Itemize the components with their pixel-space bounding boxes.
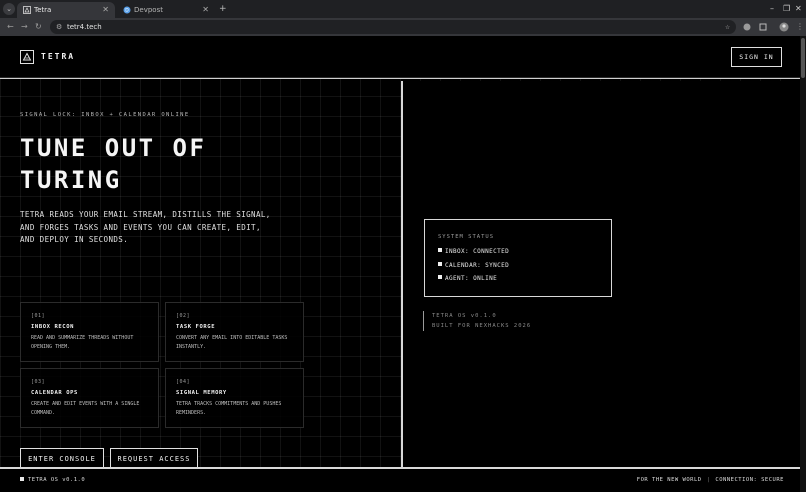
new-tab-icon[interactable]: + xyxy=(219,2,227,16)
status-title: SYSTEM STATUS xyxy=(438,234,495,240)
feature-card-calendar-ops: [03] CALENDAR OPS CREATE AND EDIT EVENTS… xyxy=(20,368,159,428)
status-square-icon xyxy=(438,275,442,279)
system-status-panel: SYSTEM STATUS INBOX: CONNECTED CALENDAR:… xyxy=(424,219,612,297)
status-item-label: AGENT: ONLINE xyxy=(445,275,498,282)
tab-title: Devpost xyxy=(134,6,163,14)
page: TETRA SIGN IN SIGNAL LOCK: INBOX + CALEN… xyxy=(0,36,806,492)
status-item-calendar: CALENDAR: SYNCED xyxy=(438,262,509,269)
tab-tetra[interactable]: Tetra ✕ xyxy=(17,2,115,18)
close-window-icon[interactable]: ✕ xyxy=(795,2,802,16)
feature-title: TASK FORGE xyxy=(176,324,216,330)
back-icon[interactable]: ← xyxy=(7,21,14,33)
os-built-for: BUILT FOR NEXHACKS 2026 xyxy=(432,323,532,329)
feature-title: SIGNAL MEMORY xyxy=(176,390,227,396)
feature-number: [03] xyxy=(31,379,46,385)
browser-toolbar: ← → ↻ ⚙ tetr4.tech ☆ ⋮ xyxy=(0,18,806,36)
tab-close-icon[interactable]: ✕ xyxy=(102,2,109,18)
footer-connection: CONNECTION: SECURE xyxy=(715,477,784,483)
status-square-icon xyxy=(438,262,442,266)
feature-description: CREATE AND EDIT EVENTS WITH A SINGLE COM… xyxy=(31,401,140,416)
address-bar[interactable]: ⚙ tetr4.tech ☆ xyxy=(50,20,736,34)
footer-version: TETRA OS v0.1.0 xyxy=(20,477,85,483)
hero-left-panel: SIGNAL LOCK: INBOX + CALENDAR ONLINE TUN… xyxy=(0,79,400,471)
page-scrollbar[interactable] xyxy=(800,36,806,492)
feature-description: READ AND SUMMARIZE THREADS WITHOUT OPENI… xyxy=(31,335,134,350)
feature-title: INBOX RECON xyxy=(31,324,75,330)
reload-icon[interactable]: ↻ xyxy=(35,21,42,33)
logo-text: TETRA xyxy=(41,52,76,61)
forward-icon[interactable]: → xyxy=(21,21,28,33)
tetra-logo-icon xyxy=(20,50,34,64)
feature-card-inbox-recon: [01] INBOX RECON READ AND SUMMARIZE THRE… xyxy=(20,302,159,362)
feature-description: TETRA TRACKS COMMITMENTS AND PUSHES REMI… xyxy=(176,401,282,416)
scrollbar-thumb[interactable] xyxy=(801,38,805,78)
devpost-favicon-icon: D xyxy=(123,6,131,14)
feature-number: [04] xyxy=(176,379,191,385)
feature-number: [01] xyxy=(31,313,46,319)
status-item-label: INBOX: CONNECTED xyxy=(445,248,510,255)
tetra-favicon-icon xyxy=(23,6,31,14)
browser-menu-icon[interactable]: ⋮ xyxy=(796,21,804,33)
status-item-inbox: INBOX: CONNECTED xyxy=(438,248,509,255)
site-info-icon[interactable]: ⚙ xyxy=(56,22,62,32)
status-item-agent: AGENT: ONLINE xyxy=(438,275,497,282)
feature-card-signal-memory: [04] SIGNAL MEMORY TETRA TRACKS COMMITME… xyxy=(165,368,304,428)
feature-title: CALENDAR OPS xyxy=(31,390,78,396)
footer-square-icon xyxy=(20,477,24,481)
url-text: tetr4.tech xyxy=(67,23,102,31)
kicker-text: SIGNAL LOCK: INBOX + CALENDAR ONLINE xyxy=(20,112,190,118)
extensions-puzzle-icon[interactable] xyxy=(758,22,768,32)
hero-right-panel: SYSTEM STATUS INBOX: CONNECTED CALENDAR:… xyxy=(401,81,800,467)
site-header: TETRA SIGN IN xyxy=(0,36,800,78)
headline-line-1: TUNE OUT OF xyxy=(20,134,207,162)
headline-line-2: TURING xyxy=(20,166,122,194)
svg-text:D: D xyxy=(125,8,129,14)
tab-title: Tetra xyxy=(34,6,52,14)
sign-in-button[interactable]: SIGN IN xyxy=(731,47,782,67)
restore-icon[interactable]: ❐ xyxy=(783,2,790,16)
os-version: TETRA OS v0.1.0 xyxy=(432,313,497,319)
status-item-label: CALENDAR: SYNCED xyxy=(445,262,510,269)
browser-tab-bar: ⌄ Tetra ✕ D Devpost ✕ + – ❐ ✕ xyxy=(0,0,806,18)
bookmark-star-icon[interactable]: ☆ xyxy=(725,20,730,34)
os-info-block: TETRA OS v0.1.0 BUILT FOR NEXHACKS 2026 xyxy=(423,311,531,331)
feature-description: CONVERT ANY EMAIL INTO EDITABLE TASKS IN… xyxy=(176,335,288,350)
footer-separator: | xyxy=(706,477,711,483)
profile-avatar-icon[interactable] xyxy=(779,22,789,32)
minimize-icon[interactable]: – xyxy=(770,2,774,16)
feature-card-task-forge: [02] TASK FORGE CONVERT ANY EMAIL INTO E… xyxy=(165,302,304,362)
footer-right: FOR THE NEW WORLD | CONNECTION: SECURE xyxy=(637,477,784,483)
footer-tagline: FOR THE NEW WORLD xyxy=(636,477,702,483)
tab-search-icon[interactable]: ⌄ xyxy=(3,3,15,15)
tab-devpost[interactable]: D Devpost ✕ xyxy=(117,2,215,18)
site-footer: TETRA OS v0.1.0 FOR THE NEW WORLD | CONNEC… xyxy=(0,467,800,492)
tab-close-icon[interactable]: ✕ xyxy=(202,2,209,18)
extension-icon[interactable] xyxy=(742,22,752,32)
feature-number: [02] xyxy=(176,313,191,319)
page-title: TUNE OUT OF TURING xyxy=(20,132,350,196)
footer-version-text: TETRA OS v0.1.0 xyxy=(28,477,86,483)
intro-paragraph: TETRA READS YOUR EMAIL STREAM, DISTILLS … xyxy=(20,210,271,244)
status-square-icon xyxy=(438,248,442,252)
